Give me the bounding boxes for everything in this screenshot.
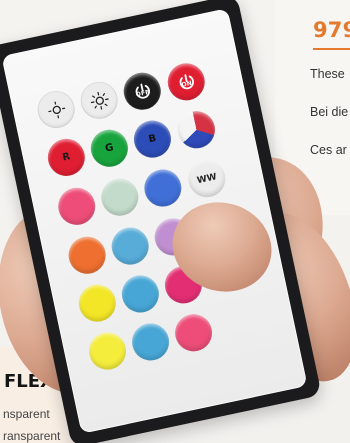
color-button-aqua[interactable] (118, 272, 163, 316)
color-button-sky-blue[interactable] (108, 224, 153, 269)
code-underline (313, 48, 350, 50)
description-line-en: These (310, 67, 345, 81)
brightness-down-button[interactable] (34, 87, 79, 132)
red-button[interactable]: R (44, 135, 89, 180)
product-scene: 979 These Bei die Ces ar FLEX nsparent r… (0, 0, 350, 443)
color-button-cyan[interactable] (128, 320, 173, 364)
category-subtitle-1: nsparent (3, 407, 50, 421)
warm-white-label: WW (196, 171, 218, 186)
category-subtitle-2: ransparent (3, 429, 61, 443)
color-button-yellow[interactable] (75, 281, 120, 326)
description-line-fr: Ces ar (310, 143, 347, 157)
blue-label: B (147, 132, 158, 146)
brightness-low-icon (47, 101, 65, 118)
description-line-de: Bei die (310, 105, 349, 119)
warm-white-button[interactable]: WW (184, 156, 229, 201)
color-button-orange[interactable] (65, 233, 110, 278)
color-button-pink[interactable] (54, 184, 99, 229)
red-label: R (61, 151, 72, 164)
color-button-rose[interactable] (171, 310, 216, 355)
on-button[interactable]: ON (164, 59, 209, 104)
green-button[interactable]: G (87, 126, 132, 171)
green-label: G (104, 142, 115, 155)
off-button[interactable]: OFF (120, 69, 165, 114)
brightness-up-button[interactable] (77, 78, 122, 123)
brightness-high-icon (90, 91, 109, 110)
color-button-blue[interactable] (140, 166, 185, 210)
rgb-mode-button[interactable] (174, 107, 219, 152)
color-button-light-green[interactable] (97, 175, 142, 220)
color-button-light-yellow[interactable] (85, 329, 130, 374)
product-code: 979 (313, 18, 350, 42)
blue-button[interactable]: B (130, 117, 175, 162)
